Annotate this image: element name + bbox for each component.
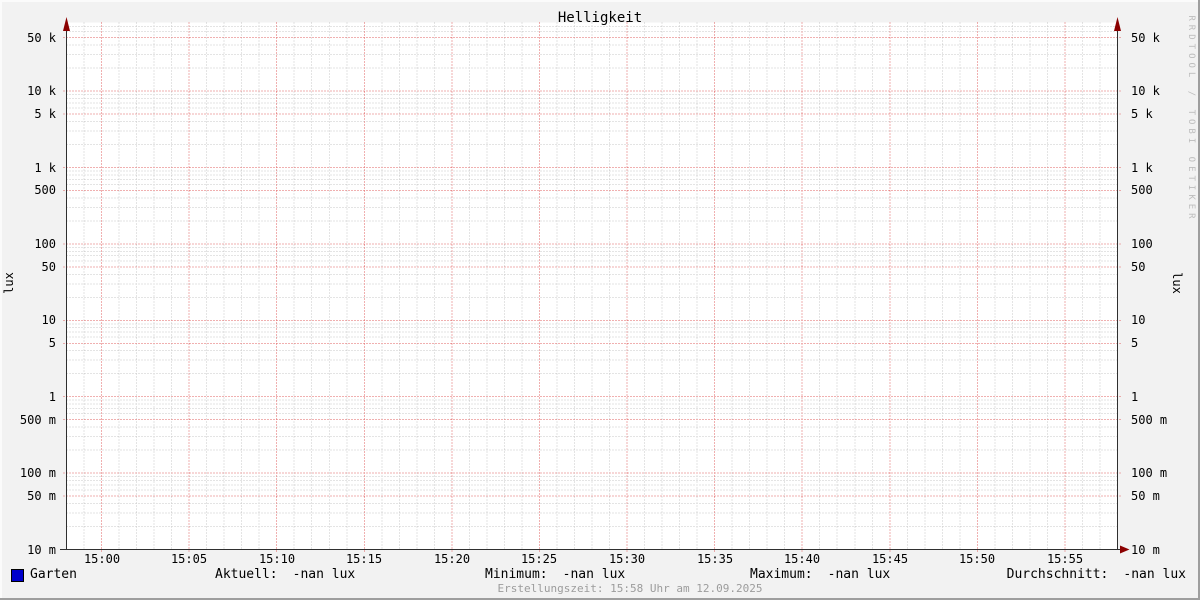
y-tick-label: 50 m (1131, 489, 1160, 503)
y-tick-label: 500 m (1131, 413, 1168, 427)
y-tick-label: 100 m (1131, 466, 1168, 480)
stat-minimum-label: Minimum: (485, 567, 548, 582)
y-tick-label: 500 (34, 183, 56, 197)
x-tick-label: 15:05 (170, 552, 208, 566)
stat-durchschnitt: Durchschnitt: -nan lux (1007, 567, 1186, 582)
rrdtool-graph: Helligkeit 50 k 10 k 5 k 1 k 500 100 50 10 5 1 500… (0, 0, 1200, 600)
y-tick-label: 500 m (19, 413, 56, 427)
x-tick-label: 15:00 (83, 552, 121, 566)
rrdtool-watermark: RRDTOOL / TOBI OETIKER (1186, 15, 1196, 223)
y-tick-label: 1 (48, 390, 56, 404)
y-tick-label: 10 (41, 313, 56, 327)
y-axis-title-left: lux (2, 272, 16, 294)
y-tick-label: 10 k (27, 84, 56, 98)
y-axis-title-right: lux (1170, 272, 1184, 294)
stat-durchschnitt-value: -nan lux (1123, 567, 1186, 582)
y-tick-label: 5 k (34, 107, 56, 121)
x-tick-label: 15:50 (958, 552, 996, 566)
x-tick-label: 15:35 (696, 552, 734, 566)
y-tick-label: 1 (1131, 390, 1139, 404)
y-tick-label: 100 (1131, 237, 1153, 251)
y-tick-label: 50 (41, 260, 56, 274)
stat-aktuell-value: -nan lux (292, 567, 356, 582)
stat-maximum: Maximum: -nan lux (750, 567, 890, 582)
y-tick-label: 10 m (1131, 543, 1160, 557)
series-color-swatch (11, 569, 24, 582)
y-tick-label: 100 (34, 237, 56, 251)
y-tick-label: 5 (1131, 336, 1139, 350)
y-tick-label: 50 k (1131, 31, 1160, 45)
plot-canvas (60, 17, 1130, 554)
x-tick-label: 15:15 (345, 552, 383, 566)
y-tick-label: 1 k (34, 161, 56, 175)
y-tick-label: 50 k (27, 31, 56, 45)
y-tick-label: 10 m (27, 543, 56, 557)
stat-maximum-label: Maximum: (750, 567, 813, 582)
y-tick-label: 50 m (27, 489, 56, 503)
x-tick-label: 15:10 (258, 552, 296, 566)
x-tick-label: 15:25 (520, 552, 558, 566)
stat-durchschnitt-label: Durchschnitt: (1006, 567, 1109, 582)
y-tick-label: 5 (48, 336, 56, 350)
y-axis-labels-right: 50 k 10 k 5 k 1 k 500 100 50 10 5 1 500 m 100 m 50 m… (1131, 0, 1191, 600)
y-tick-label: 50 (1131, 260, 1146, 274)
y-tick-label: 10 k (1131, 84, 1160, 98)
y-tick-label: 10 (1131, 313, 1146, 327)
x-tick-label: 15:55 (1046, 552, 1084, 566)
y-tick-label: 100 m (19, 466, 56, 480)
series-label: Garten (30, 567, 77, 582)
stat-aktuell-label: Aktuell: (215, 567, 278, 582)
y-tick-label: 1 k (1131, 161, 1153, 175)
stat-minimum: Minimum: -nan lux (485, 567, 625, 582)
x-tick-label: 15:30 (608, 552, 646, 566)
x-tick-label: 15:45 (871, 552, 909, 566)
x-tick-label: 15:40 (783, 552, 821, 566)
stat-minimum-value: -nan lux (562, 567, 626, 582)
y-tick-label: 5 k (1131, 107, 1153, 121)
y-tick-label: 500 (1131, 183, 1153, 197)
x-tick-label: 15:20 (433, 552, 471, 566)
stat-maximum-value: -nan lux (827, 567, 891, 582)
bevel-edge-top (0, 0, 1200, 2)
stat-aktuell: Aktuell: -nan lux (215, 567, 355, 582)
creation-time-text: Erstellungszeit: 15:58 Uhr am 12.09.2025 (497, 582, 763, 595)
chart-title: Helligkeit (557, 10, 643, 26)
y-axis-labels-left: 50 k 10 k 5 k 1 k 500 100 50 10 5 1 500 m 100 m 50 m… (0, 0, 60, 600)
